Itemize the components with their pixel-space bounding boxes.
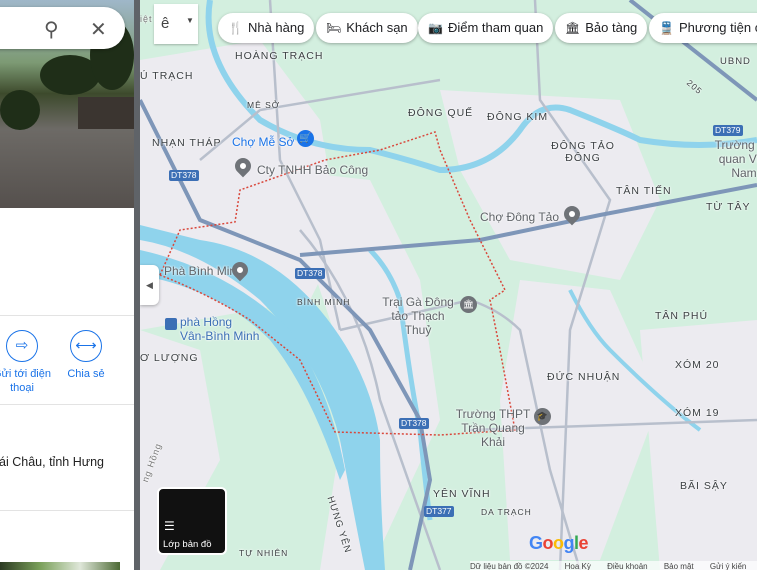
share-icon: ⟷ xyxy=(70,330,102,362)
restaurant-icon: 🍴 xyxy=(228,21,243,35)
map-graphics xyxy=(140,0,757,570)
place-label: ĐÔNG TẢO ĐÔNG xyxy=(551,140,615,164)
poi-label[interactable]: Chợ Đông Tảo xyxy=(480,210,559,224)
share-label: Chia sẻ xyxy=(67,368,105,380)
museum-pin-icon[interactable]: 🏛 xyxy=(460,296,477,313)
road-shield: DT378 xyxy=(399,418,429,429)
divider xyxy=(0,510,134,511)
layers-label: Lớp bản đồ xyxy=(163,539,212,550)
place-label: ĐÔNG KIM xyxy=(487,111,549,123)
poi-label[interactable]: Cty TNHH Bảo Công xyxy=(257,163,368,177)
place-label: TỪ TÂY xyxy=(706,201,751,213)
place-label: XÓM 20 xyxy=(675,359,720,371)
place-label: Ơ LƯỢNG xyxy=(140,352,199,364)
place-label: iệt xyxy=(140,14,153,24)
place-label: ĐỨC NHUẬN xyxy=(547,371,621,383)
place-label: BÃI SẬY xyxy=(680,480,728,492)
chip-label: Điểm tham quan xyxy=(447,20,544,35)
feedback-link[interactable]: Gửi ý kiến xyxy=(710,562,746,570)
chevron-left-icon: ◀ xyxy=(146,280,153,290)
map-footer: Dữ liệu bản đồ ©2024 Hoa Kỳ Điều khoản B… xyxy=(470,561,757,570)
place-label: NHẠN THÁP xyxy=(152,137,222,149)
road-shield: DT378 xyxy=(169,170,199,181)
school-pin-icon[interactable]: 🎓 xyxy=(534,408,551,425)
chip-label: Khách sạn xyxy=(346,20,408,35)
ferry-icon xyxy=(165,318,177,330)
google-logo: Google xyxy=(529,533,589,553)
send-to-phone-label: Gửi tới điện thoại xyxy=(0,368,51,394)
language-label: ê xyxy=(161,15,170,32)
poi-label[interactable]: Trại Gà Đông tảo Thạch Thuỷ xyxy=(378,295,458,337)
language-dropdown[interactable]: ê ▼ xyxy=(154,4,198,44)
terms-link[interactable]: Điều khoản xyxy=(607,562,647,570)
place-label: TÂN PHÚ xyxy=(655,310,709,322)
place-label: YÊN VĨNH xyxy=(433,488,491,500)
place-label: MÊ SỞ xyxy=(247,100,281,110)
camera-icon: 📷 xyxy=(428,21,443,35)
shopping-cart-icon[interactable]: 🛒 xyxy=(297,130,314,147)
place-label: BÌNH MINH xyxy=(297,297,351,307)
close-icon[interactable]: ✕ xyxy=(90,17,107,42)
address: Khoái Châu, tỉnh Hưng xyxy=(0,455,104,469)
poi-label[interactable]: Trường Hả quan Việt Nam xyxy=(714,138,757,180)
divider xyxy=(0,315,134,316)
chip-label: Bảo tàng xyxy=(585,20,638,35)
poi-label[interactable]: phà Hồng Vân-Bình Minh xyxy=(180,315,260,343)
divider xyxy=(0,404,134,405)
poi-label[interactable]: Trường THPT Trần Quang Khải xyxy=(448,407,538,449)
share-button[interactable]: ⟷ Chia sẻ xyxy=(56,330,116,381)
road-shield: DT379 xyxy=(713,125,743,136)
place-label: ĐÔNG QUẾ xyxy=(408,107,474,119)
chip-restaurants[interactable]: 🍴 Nhà hàng xyxy=(218,13,315,43)
place-label: Ú TRẠCH xyxy=(140,70,194,82)
place-label: XÓM 19 xyxy=(675,407,720,419)
chip-label: Phương tiện công cộng xyxy=(678,20,757,35)
collapse-panel-button[interactable]: ◀ xyxy=(140,265,159,305)
place-label: TÂN TIẾN xyxy=(616,185,672,197)
chevron-down-icon: ▼ xyxy=(186,16,194,25)
museum-icon: 🏛 xyxy=(565,21,581,35)
chip-attractions[interactable]: 📷 Điểm tham quan xyxy=(418,13,554,43)
place-label: UBND xyxy=(720,56,751,67)
transit-icon: 🚆 xyxy=(659,21,674,35)
send-to-phone-icon: ⇨ xyxy=(6,330,38,362)
chip-hotels[interactable]: 🛏 Khách sạn xyxy=(316,13,418,43)
place-label: HOÀNG TRẠCH xyxy=(235,50,324,62)
map-data-credit: Dữ liệu bản đồ ©2024 xyxy=(470,562,549,570)
place-label: TỰ NHIÊN xyxy=(239,548,289,558)
layers-button[interactable]: ☰ Lớp bản đồ xyxy=(157,487,227,555)
poi-label[interactable]: Chợ Mễ Sở xyxy=(232,135,294,149)
place-label: DA TRẠCH xyxy=(481,507,532,517)
place-panel: ⚲ ✕ ⇨ Gửi tới điện thoại ⟷ Chia sẻ Khoái… xyxy=(0,0,134,570)
privacy-link[interactable]: Bảo mật xyxy=(664,562,694,570)
search-box[interactable]: ⚲ ✕ xyxy=(0,7,125,49)
region-link[interactable]: Hoa Kỳ xyxy=(565,562,591,570)
chip-transit[interactable]: 🚆 Phương tiện công cộng xyxy=(649,13,757,43)
search-icon[interactable]: ⚲ xyxy=(44,17,59,42)
photo-strip[interactable] xyxy=(0,562,120,570)
hotel-icon: 🛏 xyxy=(326,21,342,35)
chip-label: Nhà hàng xyxy=(247,20,305,35)
layers-icon: ☰ xyxy=(164,519,175,533)
chip-museums[interactable]: 🏛 Bảo tàng xyxy=(555,13,648,43)
road-shield: DT377 xyxy=(424,506,454,517)
send-to-phone-button[interactable]: ⇨ Gửi tới điện thoại xyxy=(0,330,52,395)
map-canvas[interactable]: ê ▼ 🍴 Nhà hàng 🛏 Khách sạn 📷 Điểm tham quan… xyxy=(140,0,757,570)
road-shield: DT378 xyxy=(295,268,325,279)
